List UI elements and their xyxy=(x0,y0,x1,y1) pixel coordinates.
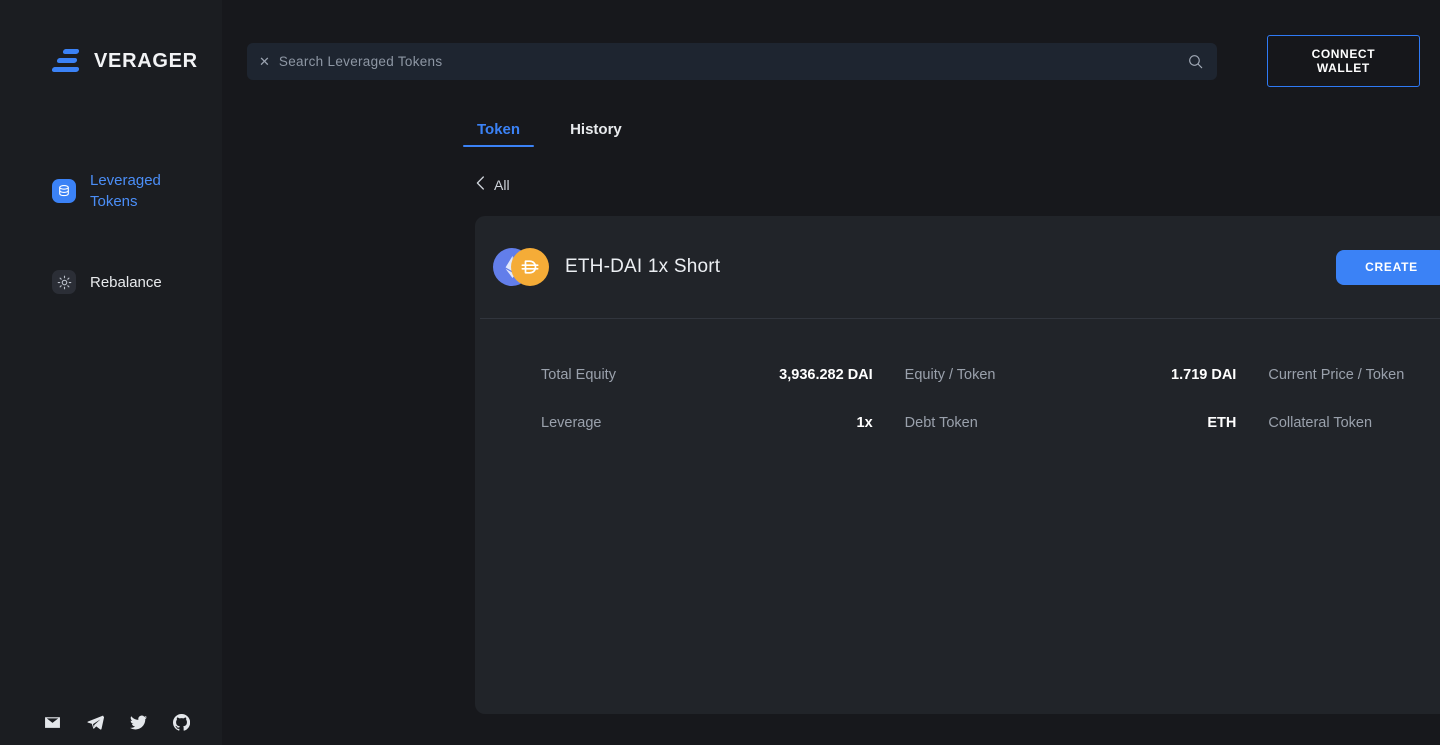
create-button[interactable]: CREATE xyxy=(1336,249,1440,285)
token-card-header: ETH-DAI 1x Short CREATE REDEEM xyxy=(475,216,1440,318)
stats-row: Leverage 1x Debt Token ETH Collateral To… xyxy=(541,399,1440,447)
token-card-actions: CREATE REDEEM xyxy=(1336,249,1440,285)
verager-bars-logo-icon xyxy=(51,48,82,74)
main-content: ✕ CONNECT WALLET Token History xyxy=(222,0,1440,745)
dai-coin-icon xyxy=(511,248,549,286)
stat-label: Current Price / Token xyxy=(1268,367,1405,383)
stat-leverage: Leverage 1x xyxy=(541,415,905,431)
sidebar-item-rebalance[interactable]: Rebalance xyxy=(0,260,222,304)
social-links xyxy=(44,714,190,731)
stat-label: Equity / Token xyxy=(904,367,996,383)
telegram-icon[interactable] xyxy=(87,714,104,731)
stat-total-equity: Total Equity 3,936.282 DAI xyxy=(541,367,905,383)
twitter-icon[interactable] xyxy=(130,714,147,731)
github-icon[interactable] xyxy=(173,714,190,731)
stat-value: ETH xyxy=(1207,415,1237,431)
search-icon[interactable] xyxy=(1188,54,1203,69)
stat-value: 1.719 DAI xyxy=(1171,367,1237,383)
close-icon[interactable]: ✕ xyxy=(259,55,270,68)
tab-token[interactable]: Token xyxy=(463,115,535,147)
chevron-left-icon xyxy=(476,176,485,193)
brand[interactable]: VERAGER xyxy=(0,0,222,74)
sidebar-item-label: Rebalance xyxy=(90,273,162,291)
stat-current-price-per-token: Current Price / Token 171.237 USD xyxy=(1268,367,1440,383)
stat-equity-per-token: Equity / Token 1.719 DAI xyxy=(905,367,1269,383)
stat-debt-token: Debt Token ETH xyxy=(905,415,1269,431)
token-title: ETH-DAI 1x Short xyxy=(565,256,721,277)
stat-value: 1x xyxy=(856,415,873,431)
sidebar-item-label: Leveraged Tokens xyxy=(90,172,161,210)
brand-name: VERAGER xyxy=(94,49,198,72)
breadcrumb-label: All xyxy=(494,176,510,193)
breadcrumb-all[interactable]: All xyxy=(222,147,510,193)
search-bar[interactable]: ✕ xyxy=(247,42,1217,80)
stat-collateral-token: Collateral Token DAI xyxy=(1268,415,1440,431)
gear-icon xyxy=(52,270,76,294)
sidebar-nav: Leveraged Tokens Rebalance xyxy=(0,160,222,304)
tab-history[interactable]: History xyxy=(556,115,636,147)
sidebar: VERAGER Leveraged Tokens Rebalance xyxy=(0,0,222,745)
stat-label: Leverage xyxy=(541,415,602,431)
search-input[interactable] xyxy=(278,53,1180,69)
stat-label: Total Equity xyxy=(541,367,616,383)
stat-label: Debt Token xyxy=(904,415,978,431)
sidebar-item-leveraged-tokens[interactable]: Leveraged Tokens xyxy=(0,160,222,222)
token-pair-icons xyxy=(493,248,549,286)
stat-label: Collateral Token xyxy=(1268,415,1373,431)
database-stack-icon xyxy=(52,179,76,203)
top-bar: ✕ CONNECT WALLET xyxy=(222,0,1440,87)
app-root: VERAGER Leveraged Tokens Rebalance ✕ Sea… xyxy=(0,0,1440,745)
connect-wallet-button[interactable]: CONNECT WALLET xyxy=(1266,35,1420,87)
tab-bar: Token History xyxy=(222,87,1440,147)
stat-value: 3,936.282 DAI xyxy=(779,367,873,383)
stats-row: Total Equity 3,936.282 DAI Equity / Toke… xyxy=(541,351,1440,399)
mail-icon[interactable] xyxy=(44,714,61,731)
token-stats: Total Equity 3,936.282 DAI Equity / Toke… xyxy=(475,319,1440,447)
token-card: ETH-DAI 1x Short CREATE REDEEM Total Equ… xyxy=(475,216,1440,714)
